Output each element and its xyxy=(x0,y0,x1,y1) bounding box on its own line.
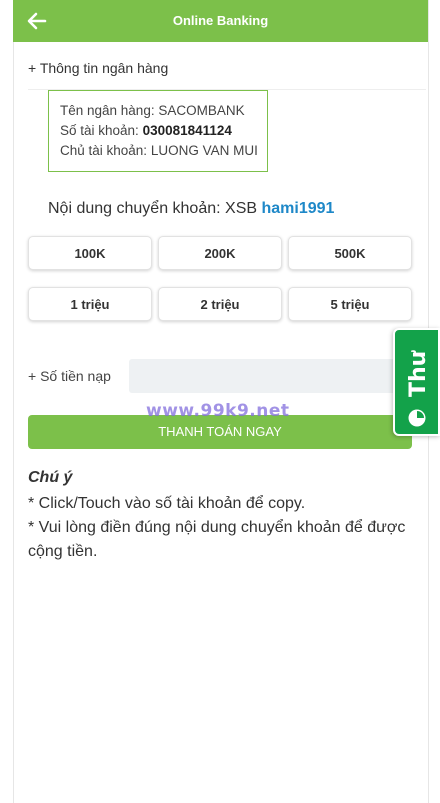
pay-now-button[interactable]: THANH TOÁN NGAY xyxy=(28,415,412,449)
account-number-label: Số tài khoản: xyxy=(60,123,143,138)
notes-title: Chú ý xyxy=(28,469,73,486)
transfer-code: hami1991 xyxy=(261,200,335,217)
bank-name-label: Tên ngân hàng: xyxy=(60,103,159,118)
account-holder-label: Chủ tài khoản: xyxy=(60,143,151,158)
amount-button-5-trieu[interactable]: 5 triệu xyxy=(288,287,412,321)
bank-name-value: SACOMBANK xyxy=(158,103,245,118)
amount-button-500k[interactable]: 500K xyxy=(288,236,412,270)
notes-section: Chú ý * Click/Touch vào số tài khoản để … xyxy=(28,466,418,564)
bank-info-box: Tên ngân hàng: SACOMBANK Số tài khoản: 0… xyxy=(48,90,268,172)
chat-bubble-icon xyxy=(408,409,426,427)
bank-info-heading: + Thông tin ngân hàng xyxy=(28,60,169,76)
account-holder-value: LUONG VAN MUI xyxy=(150,143,258,158)
side-tab-label: Thư xyxy=(406,350,431,398)
amount-button-200k[interactable]: 200K xyxy=(158,236,282,270)
amount-input[interactable] xyxy=(129,359,419,393)
amount-button-1-trieu[interactable]: 1 triệu xyxy=(28,287,152,321)
notes-line-1: * Click/Touch vào số tài khoản để copy. xyxy=(28,495,306,512)
transfer-content-label: Nội dung chuyển khoản: XSB xyxy=(48,200,262,217)
mail-side-tab[interactable]: Thư xyxy=(393,328,440,436)
amount-button-100k[interactable]: 100K xyxy=(28,236,152,270)
bank-name-row: Tên ngân hàng: SACOMBANK xyxy=(60,101,267,121)
account-holder-row: Chủ tài khoản: LUONG VAN MUI xyxy=(60,141,267,161)
transfer-content: Nội dung chuyển khoản: XSB hami1991 xyxy=(48,200,334,218)
account-number-row: Số tài khoản: 030081841124 xyxy=(60,121,267,141)
top-bar: Online Banking xyxy=(13,0,428,42)
notes-line-2: * Vui lòng điền đúng nội dung chuyển kho… xyxy=(28,519,406,560)
account-number-value[interactable]: 030081841124 xyxy=(143,123,232,138)
page-title: Online Banking xyxy=(172,13,269,28)
amount-button-2-trieu[interactable]: 2 triệu xyxy=(158,287,282,321)
amount-label: + Số tiền nạp xyxy=(28,368,111,384)
